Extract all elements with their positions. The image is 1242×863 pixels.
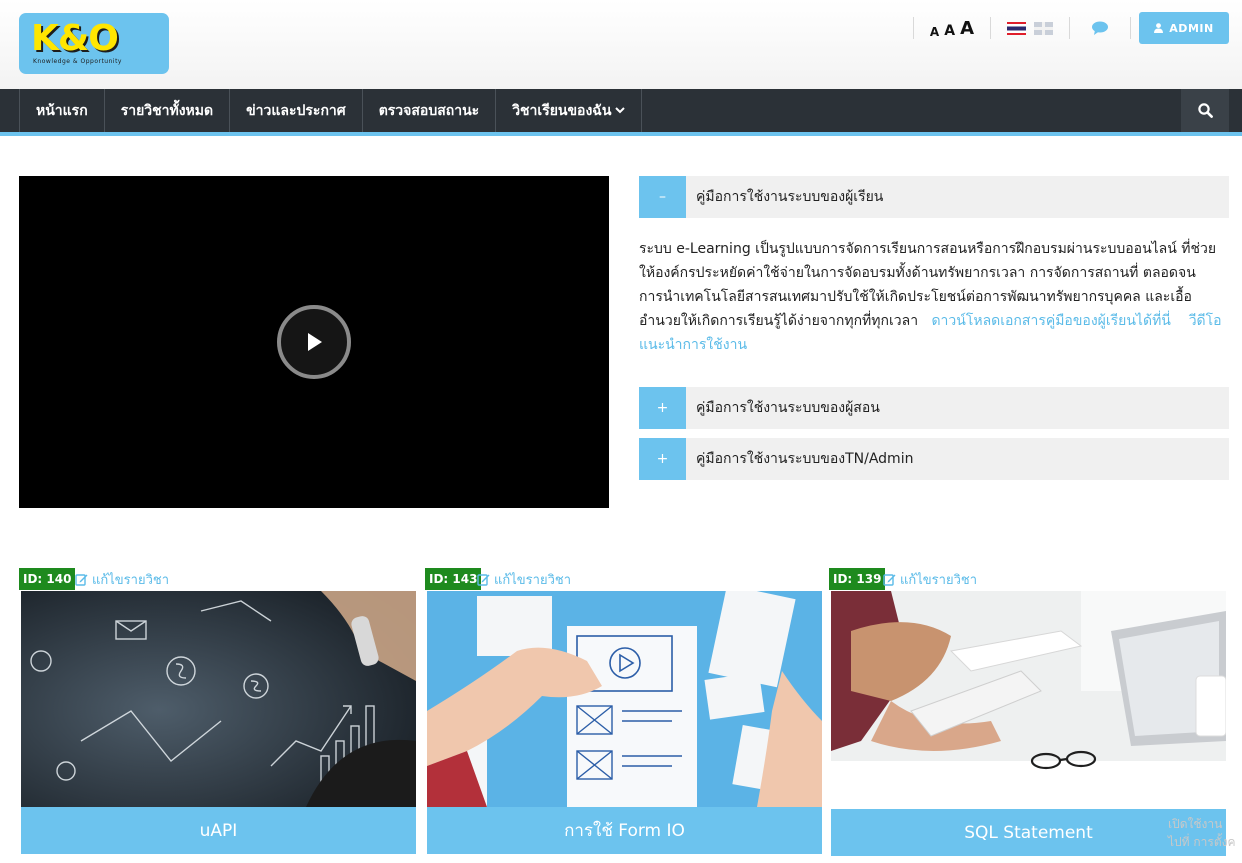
divider	[1130, 17, 1131, 39]
english-flag-icon[interactable]	[1034, 21, 1053, 35]
nav-item-label: ตรวจสอบสถานะ	[378, 102, 480, 119]
nav-item-home[interactable]: หน้าแรก	[19, 89, 105, 132]
font-size-small-button[interactable]: A	[930, 25, 939, 39]
activation-watermark: เปิดใช้งาน ไปที่ การตั้งค	[1168, 815, 1242, 851]
course-id-badge: ID: 140	[19, 568, 76, 590]
accordion-body: ระบบ e-Learning เป็นรูปแบบการจัดการเรียน…	[639, 237, 1231, 357]
course-id-badge: ID: 143	[425, 568, 482, 590]
font-size-medium-button[interactable]: A	[944, 23, 955, 39]
course-id-badge: ID: 139	[829, 568, 886, 590]
nav-item-all-courses[interactable]: รายวิชาทั้งหมด	[105, 89, 231, 132]
site-header: K&O Knowledge & Opportunity A A A ADMIN	[0, 0, 1242, 89]
edit-icon	[477, 573, 490, 586]
font-size-large-button[interactable]: A	[960, 18, 974, 39]
play-icon	[308, 333, 322, 351]
thai-flag-icon[interactable]	[1007, 21, 1026, 35]
course-title[interactable]: SQL Statement	[831, 809, 1226, 856]
nav-item-label: รายวิชาทั้งหมด	[120, 102, 214, 119]
logo-text: K&O	[31, 18, 119, 59]
edit-course-link[interactable]: แก้ไขรายวิชา	[883, 568, 977, 590]
site-logo[interactable]: K&O Knowledge & Opportunity	[19, 13, 169, 74]
nav-item-label: ข่าวและประกาศ	[246, 102, 346, 119]
nav-item-label: หน้าแรก	[36, 102, 88, 119]
business-sketch-image	[21, 591, 416, 807]
nav-item-my-courses[interactable]: วิชาเรียนของฉัน	[496, 89, 643, 132]
admin-button[interactable]: ADMIN	[1139, 12, 1229, 44]
main-nav: หน้าแรก รายวิชาทั้งหมด ข่าวและประกาศ ตรว…	[0, 89, 1242, 136]
course-title[interactable]: uAPI	[21, 807, 416, 854]
video-player[interactable]	[19, 176, 609, 508]
edit-course-label: แก้ไขรายวิชา	[92, 572, 169, 588]
play-button[interactable]	[277, 305, 351, 379]
course-card[interactable]: ID: 143 แก้ไขรายวิชา การใช้ Form IO	[425, 568, 822, 858]
chat-button[interactable]	[1070, 21, 1130, 35]
course-image	[831, 591, 1226, 809]
top-toolbar: A A A ADMIN	[912, 6, 1229, 50]
office-desk-image	[831, 591, 1226, 809]
expand-toggle[interactable]: +	[639, 438, 686, 480]
chevron-down-icon	[615, 107, 626, 114]
watermark-line: เปิดใช้งาน	[1168, 817, 1223, 831]
nav-item-label: วิชาเรียนของฉัน	[512, 102, 612, 119]
search-icon	[1197, 103, 1213, 118]
course-card[interactable]: ID: 140 แก้ไขรายวิชา uAPI	[19, 568, 416, 858]
accordion-admin-guide[interactable]: + คู่มือการใช้งานระบบของTN/Admin	[639, 438, 1229, 480]
course-image	[427, 591, 822, 807]
font-size-switcher: A A A	[914, 18, 990, 39]
edit-icon	[883, 573, 896, 586]
edit-course-label: แก้ไขรายวิชา	[494, 572, 571, 588]
course-title[interactable]: การใช้ Form IO	[427, 807, 822, 854]
course-image	[21, 591, 416, 807]
user-icon	[1154, 23, 1164, 33]
chat-icon	[1092, 21, 1108, 35]
nav-items: หน้าแรก รายวิชาทั้งหมด ข่าวและประกาศ ตรว…	[19, 89, 643, 132]
admin-label: ADMIN	[1169, 21, 1214, 35]
edit-course-link[interactable]: แก้ไขรายวิชา	[477, 568, 571, 590]
expand-toggle[interactable]: +	[639, 387, 686, 429]
download-guide-link[interactable]: ดาวน์โหลดเอกสารคู่มือของผู้เรียนได้ที่นี…	[931, 313, 1170, 329]
edit-course-label: แก้ไขรายวิชา	[900, 572, 977, 588]
search-button[interactable]	[1181, 89, 1229, 132]
language-switcher	[991, 21, 1069, 35]
wireframe-sketch-image	[427, 591, 822, 807]
accordion-teacher-guide[interactable]: + คู่มือการใช้งานระบบของผู้สอน	[639, 387, 1229, 429]
collapse-toggle[interactable]: –	[639, 176, 686, 218]
edit-course-link[interactable]: แก้ไขรายวิชา	[75, 568, 169, 590]
edit-icon	[75, 573, 88, 586]
logo-subtext: Knowledge & Opportunity	[33, 58, 122, 65]
accordion-title: คู่มือการใช้งานระบบของTN/Admin	[696, 451, 914, 467]
accordion-student-guide[interactable]: – คู่มือการใช้งานระบบของผู้เรียน	[639, 176, 1229, 218]
accordion-title: คู่มือการใช้งานระบบของผู้สอน	[696, 400, 880, 416]
watermark-line: ไปที่ การตั้งค	[1168, 835, 1236, 849]
accordion-title: คู่มือการใช้งานระบบของผู้เรียน	[696, 189, 884, 205]
course-card[interactable]: ID: 139 แก้ไขรายวิชา SQL Statement	[829, 568, 1226, 858]
nav-item-check-status[interactable]: ตรวจสอบสถานะ	[363, 89, 497, 132]
nav-item-news[interactable]: ข่าวและประกาศ	[230, 89, 363, 132]
